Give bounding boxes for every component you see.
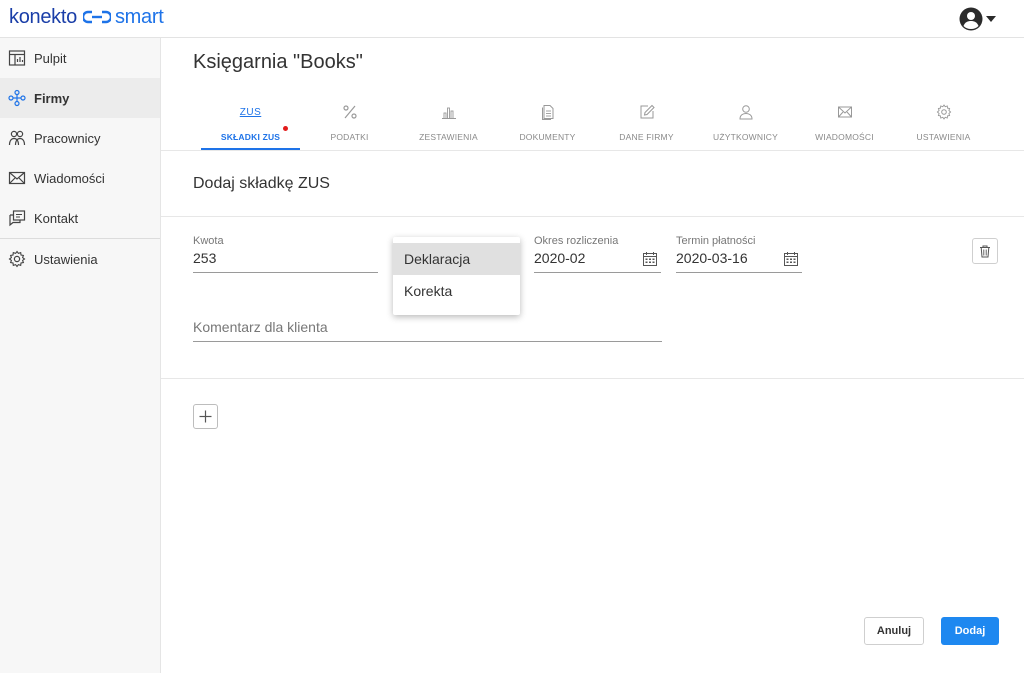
contact-icon bbox=[9, 210, 26, 227]
amount-field[interactable]: Kwota 253 bbox=[193, 235, 378, 273]
type-dropdown-menu: Deklaracja Korekta bbox=[393, 237, 520, 315]
sidebar-item-label: Ustawienia bbox=[34, 251, 98, 267]
top-bar: konekto smart bbox=[0, 0, 1024, 38]
comment-placeholder[interactable]: Komentarz dla klienta bbox=[193, 319, 662, 339]
sidebar-item-label: Firmy bbox=[34, 90, 70, 106]
tab-label: USTAWIENIA bbox=[916, 132, 971, 142]
tab-label: DOKUMENTY bbox=[519, 132, 576, 142]
logo-text-konekto: konekto bbox=[9, 5, 77, 28]
field-underline bbox=[676, 272, 802, 273]
zus-icon-text: ZUS bbox=[239, 106, 262, 118]
notification-dot bbox=[283, 126, 288, 131]
sidebar-item-label: Wiadomości bbox=[34, 170, 105, 186]
sidebar-item-label: Pulpit bbox=[34, 50, 67, 66]
add-entry-button[interactable] bbox=[193, 404, 218, 429]
mail-icon bbox=[837, 106, 852, 118]
tab-label: SKŁADKI ZUS bbox=[220, 132, 281, 142]
sidebar-item-ustawienia[interactable]: Ustawienia bbox=[0, 239, 160, 279]
plus-icon bbox=[199, 410, 212, 423]
add-button[interactable]: Dodaj bbox=[941, 617, 999, 645]
sidebar-item-label: Pracownicy bbox=[34, 130, 101, 146]
period-field[interactable]: Okres rozliczenia 2020-02 bbox=[534, 235, 661, 273]
tab-wiadomosci[interactable]: WIADOMOŚCI bbox=[795, 98, 894, 150]
employees-icon bbox=[8, 130, 26, 146]
calendar-icon[interactable] bbox=[642, 251, 658, 267]
tab-zestawienia[interactable]: ZESTAWIENIA bbox=[399, 98, 498, 150]
due-date-field[interactable]: Termin płatności 2020-03-16 bbox=[676, 235, 802, 273]
company-tabs: ZUS SKŁADKI ZUS PODATKI ZESTAWIENIA DOKU… bbox=[201, 98, 993, 150]
tab-podatki[interactable]: PODATKI bbox=[300, 98, 399, 150]
section-title: Dodaj składkę ZUS bbox=[193, 175, 330, 192]
comment-field[interactable]: Komentarz dla klienta bbox=[193, 319, 662, 342]
caret-down-icon bbox=[986, 16, 996, 22]
account-circle-icon bbox=[959, 7, 983, 31]
messages-icon bbox=[8, 171, 26, 185]
field-underline bbox=[193, 341, 662, 342]
tab-dane-firmy[interactable]: DANE FIRMY bbox=[597, 98, 696, 150]
calendar-icon[interactable] bbox=[783, 251, 799, 267]
main-content: Księgarnia "Books" ZUS SKŁADKI ZUS PODAT… bbox=[161, 38, 1024, 673]
bar-chart-icon bbox=[441, 107, 456, 119]
trash-icon bbox=[980, 245, 990, 257]
tab-label: ZESTAWIENIA bbox=[419, 132, 478, 142]
sidebar-item-firmy[interactable]: Firmy bbox=[0, 78, 160, 118]
divider bbox=[161, 378, 1024, 379]
due-date-label: Termin płatności bbox=[676, 235, 756, 247]
tab-uzytkownicy[interactable]: UŻYTKOWNICY bbox=[696, 98, 795, 150]
tab-label: PODATKI bbox=[330, 132, 369, 142]
cancel-button[interactable]: Anuluj bbox=[864, 617, 924, 645]
dashboard-icon bbox=[8, 50, 26, 66]
zus-icon: ZUS bbox=[240, 101, 262, 123]
app-logo[interactable]: konekto smart bbox=[9, 5, 164, 29]
divider bbox=[161, 150, 1024, 151]
sidebar-item-label: Kontakt bbox=[34, 210, 79, 226]
tab-label: WIADOMOŚCI bbox=[815, 132, 874, 142]
sidebar-item-kontakt[interactable]: Kontakt bbox=[0, 198, 160, 238]
edit-icon bbox=[640, 104, 655, 119]
sidebar-item-pulpit[interactable]: Pulpit bbox=[0, 38, 160, 78]
tab-skladki-zus[interactable]: ZUS SKŁADKI ZUS bbox=[201, 98, 300, 150]
logo-text-smart: smart bbox=[114, 5, 164, 28]
settings-icon bbox=[8, 250, 26, 268]
documents-icon bbox=[541, 105, 553, 120]
tab-label: DANE FIRMY bbox=[619, 132, 674, 142]
percent-icon bbox=[342, 105, 357, 119]
period-label: Okres rozliczenia bbox=[534, 235, 619, 247]
amount-value[interactable]: 253 bbox=[193, 250, 378, 270]
dropdown-option-korekta[interactable]: Korekta bbox=[393, 275, 520, 307]
companies-icon bbox=[8, 89, 26, 107]
field-underline bbox=[193, 272, 378, 273]
sidebar-item-wiadomosci[interactable]: Wiadomości bbox=[0, 158, 160, 198]
gear-icon bbox=[936, 104, 951, 120]
user-menu[interactable] bbox=[959, 7, 996, 31]
link-icon bbox=[82, 10, 111, 24]
page-title: Księgarnia "Books" bbox=[193, 51, 363, 73]
field-underline bbox=[534, 272, 661, 273]
tab-ustawienia[interactable]: USTAWIENIA bbox=[894, 98, 993, 150]
sidebar: Pulpit Firmy Pracownicy Wiadomości Konta… bbox=[0, 38, 161, 673]
user-icon bbox=[738, 105, 753, 120]
amount-label: Kwota bbox=[193, 235, 224, 247]
dropdown-option-deklaracja[interactable]: Deklaracja bbox=[393, 243, 520, 275]
tab-label: UŻYTKOWNICY bbox=[712, 132, 778, 142]
sidebar-item-pracownicy[interactable]: Pracownicy bbox=[0, 118, 160, 158]
delete-entry-button[interactable] bbox=[972, 238, 998, 264]
divider bbox=[161, 216, 1024, 217]
tab-dokumenty[interactable]: DOKUMENTY bbox=[498, 98, 597, 150]
